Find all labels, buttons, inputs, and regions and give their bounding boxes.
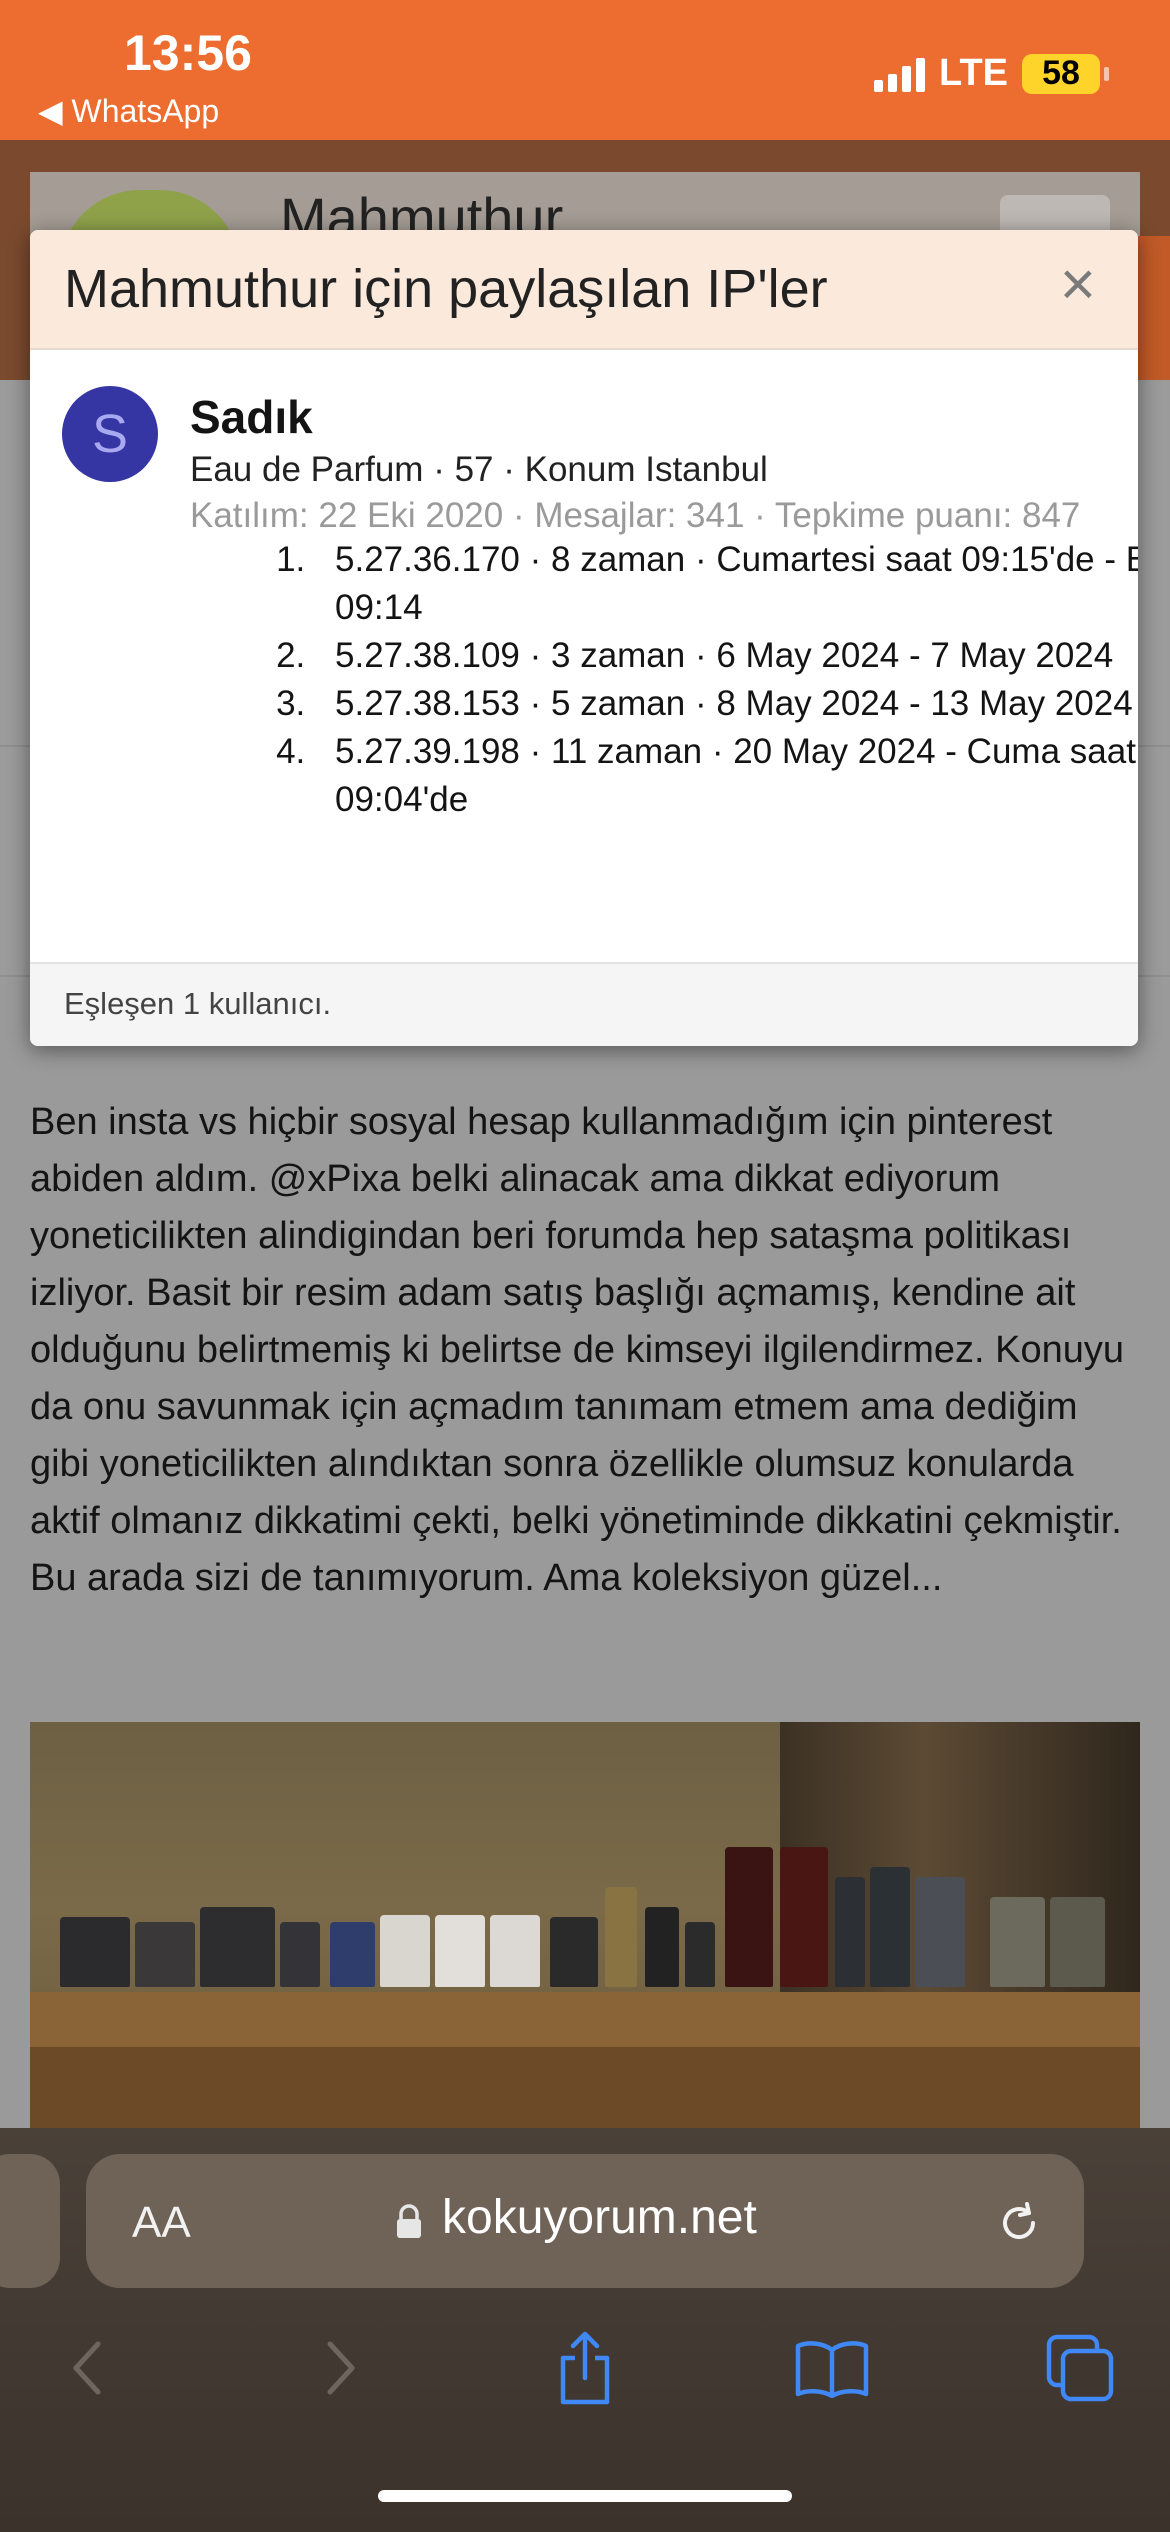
bottle bbox=[780, 1847, 828, 1987]
bottle bbox=[135, 1922, 195, 1987]
ip-list-item: 5.27.38.109 · 3 zaman · 6 May 2024 - 7 M… bbox=[315, 632, 1138, 680]
match-count: Eşleşen 1 kullanıcı. bbox=[64, 986, 332, 1021]
avatar-letter: S bbox=[91, 404, 129, 464]
bottle bbox=[605, 1887, 637, 1987]
home-indicator[interactable] bbox=[378, 2490, 792, 2502]
close-icon[interactable]: × bbox=[1060, 254, 1096, 316]
bottle bbox=[550, 1917, 598, 1987]
previous-tab-peek[interactable] bbox=[0, 2154, 60, 2288]
tabs-icon[interactable] bbox=[1040, 2328, 1120, 2408]
bottle bbox=[280, 1922, 320, 1987]
post-body-text: Ben insta vs hiçbir sosyal hesap kullanm… bbox=[30, 1101, 1125, 1599]
bottle bbox=[835, 1877, 865, 1987]
bottle bbox=[330, 1922, 375, 1987]
bottle bbox=[380, 1915, 430, 1987]
reload-icon[interactable] bbox=[994, 2198, 1044, 2248]
modal-title: Mahmuthur için paylaşılan IP'ler bbox=[64, 259, 828, 319]
bottle bbox=[1050, 1897, 1105, 1987]
username-link[interactable]: Sadık bbox=[190, 390, 313, 444]
post-image-perfume-collection bbox=[30, 1722, 1140, 2132]
avatar[interactable]: S bbox=[62, 386, 158, 482]
ip-list-item: 5.27.39.198 · 11 zaman · 20 May 2024 - C… bbox=[315, 728, 1138, 824]
bottle bbox=[725, 1847, 773, 1987]
shelf bbox=[30, 1992, 1140, 2052]
url-text: kokuyorum.net bbox=[442, 2191, 757, 2244]
bottle bbox=[200, 1907, 275, 1987]
matched-user: S Sadık Eau de Parfum · 57 · Konum Istan… bbox=[30, 350, 1138, 930]
forward-chevron-icon[interactable] bbox=[300, 2328, 380, 2408]
nav-row bbox=[0, 2328, 1170, 2448]
shelf-front bbox=[30, 2047, 1140, 2132]
ip-list-item: 5.27.36.170 · 8 zaman · Cumartesi saat 0… bbox=[315, 536, 1138, 632]
back-chevron-icon[interactable] bbox=[48, 2328, 128, 2408]
status-time: 13:56 bbox=[124, 25, 252, 81]
bottle bbox=[435, 1915, 485, 1987]
user-title: Eau de Parfum · 57 · Konum Istanbul bbox=[190, 450, 768, 489]
text-size-button[interactable]: AA bbox=[132, 2198, 191, 2248]
share-icon[interactable] bbox=[545, 2328, 625, 2408]
bottle bbox=[870, 1867, 910, 1987]
modal-footer: Eşleşen 1 kullanıcı. bbox=[30, 962, 1138, 1046]
signal-icon bbox=[874, 56, 926, 92]
bookmarks-icon[interactable] bbox=[792, 2328, 872, 2408]
user-stats: Katılım: 22 Eki 2020 · Mesajlar: 341 · T… bbox=[190, 496, 1081, 535]
page-accent-dimmed bbox=[1138, 236, 1170, 381]
network-label: LTE bbox=[939, 52, 1008, 94]
ip-list-item: 5.27.38.153 · 5 zaman · 8 May 2024 - 13 … bbox=[315, 680, 1138, 728]
text-size-label: AA bbox=[132, 2198, 191, 2247]
modal-header: Mahmuthur için paylaşılan IP'ler × bbox=[30, 230, 1138, 350]
ip-list: 5.27.36.170 · 8 zaman · Cumartesi saat 0… bbox=[190, 536, 1138, 824]
lock-icon bbox=[397, 2204, 421, 2238]
status-bar: 13:56 ◀ WhatsApp LTE 58 bbox=[0, 0, 1170, 140]
battery-icon: 58 bbox=[1022, 53, 1109, 94]
bottle bbox=[685, 1922, 715, 1987]
address-bar[interactable]: AA kokuyorum.net bbox=[86, 2154, 1084, 2288]
battery-level: 58 bbox=[1042, 54, 1080, 92]
status-indicators: LTE 58 bbox=[874, 52, 1109, 95]
bottle bbox=[645, 1907, 679, 1987]
bottle bbox=[915, 1877, 965, 1987]
back-to-app-link[interactable]: ◀ WhatsApp bbox=[38, 92, 219, 130]
bottle bbox=[990, 1897, 1045, 1987]
bottle bbox=[490, 1915, 540, 1987]
bottle bbox=[60, 1917, 130, 1987]
shared-ips-modal: Mahmuthur için paylaşılan IP'ler × S Sad… bbox=[30, 230, 1138, 1046]
browser-toolbar: AA kokuyorum.net bbox=[0, 2128, 1170, 2532]
